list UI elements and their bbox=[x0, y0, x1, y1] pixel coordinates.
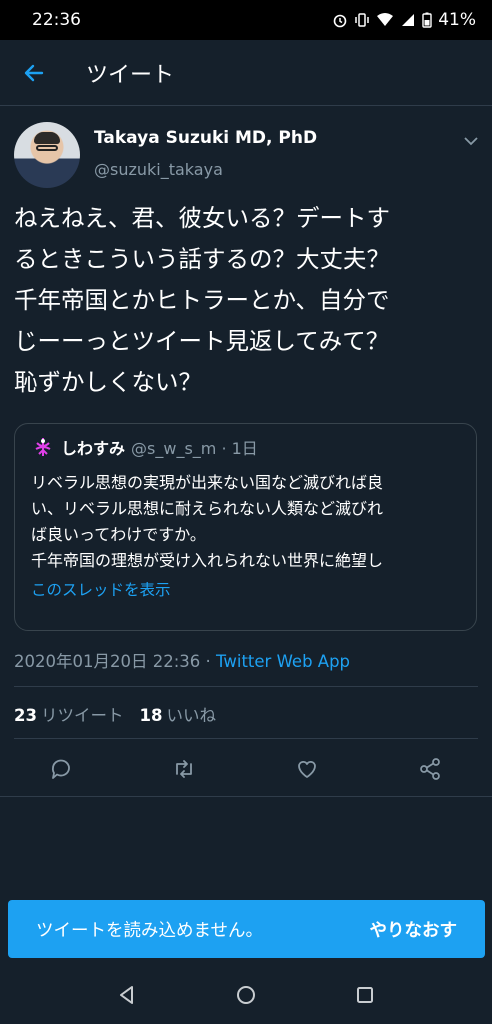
quote-author-handle: @s_w_s_m · 1日 bbox=[131, 439, 258, 458]
quoted-tweet[interactable]: しわすみ @s_w_s_m · 1日 リベラル思想の実現が出来ない国など滅びれば… bbox=[14, 423, 477, 631]
tweet-timestamp: 2020年01月20日 22:36 bbox=[14, 652, 201, 671]
status-bar: 22:36 41% bbox=[0, 0, 492, 40]
retweets-stat[interactable]: 23 リツイート bbox=[14, 702, 123, 726]
quote-header: しわすみ @s_w_s_m · 1日 bbox=[31, 434, 460, 460]
quote-avatar-icon bbox=[32, 436, 54, 458]
battery-percent: 41% bbox=[438, 10, 476, 30]
status-icons: 41% bbox=[332, 10, 476, 30]
top-app-bar: ツイート bbox=[0, 40, 492, 106]
tweet-source-link[interactable]: Twitter Web App bbox=[216, 652, 350, 671]
arrow-left-icon[interactable] bbox=[22, 61, 46, 85]
show-thread-link[interactable]: このスレッドを表示 bbox=[31, 578, 460, 600]
share-icon[interactable] bbox=[417, 756, 443, 782]
status-time: 22:36 bbox=[32, 10, 81, 30]
square-recents-icon[interactable] bbox=[354, 984, 376, 1006]
alarm-icon bbox=[333, 14, 347, 28]
snackbar-message: ツイートを読み込めません。 bbox=[36, 920, 263, 941]
triangle-back-icon[interactable] bbox=[116, 984, 138, 1006]
tweet-text: ねえねえ、君、彼女いる？デートす るときこういう話するの？大丈夫？ 千年帝国とか… bbox=[14, 204, 390, 396]
tweet-actions bbox=[0, 752, 492, 788]
divider bbox=[0, 796, 492, 797]
circle-home-icon[interactable] bbox=[235, 984, 257, 1006]
chevron-down-icon[interactable] bbox=[462, 132, 480, 150]
tweet-meta: 2020年01月20日 22:36 · Twitter Web App bbox=[14, 648, 350, 672]
error-snackbar: ツイートを読み込めません。 やりなおす bbox=[8, 900, 485, 958]
avatar[interactable] bbox=[14, 122, 80, 188]
likes-label: いいね bbox=[166, 706, 216, 725]
speech-bubble-icon[interactable] bbox=[48, 756, 74, 782]
tweet-stats: 23 リツイート 18 いいね bbox=[14, 702, 216, 726]
retweets-count: 23 bbox=[14, 706, 37, 725]
divider bbox=[14, 738, 478, 739]
heart-icon[interactable] bbox=[294, 756, 320, 782]
wifi-icon bbox=[377, 13, 394, 26]
meta-separator: · bbox=[200, 652, 217, 671]
tweet-author[interactable]: Takaya Suzuki MD, PhD @suzuki_takaya bbox=[14, 120, 480, 188]
battery-icon bbox=[422, 12, 432, 28]
author-handle[interactable]: @suzuki_takaya bbox=[94, 160, 223, 179]
retweet-icon[interactable] bbox=[171, 756, 197, 782]
quote-text: リベラル思想の実現が出来ない国など滅びれば良 い、リベラル思想に耐えられない人類… bbox=[31, 473, 384, 570]
divider bbox=[14, 686, 478, 687]
likes-count: 18 bbox=[139, 706, 163, 725]
system-nav-bar bbox=[0, 966, 492, 1024]
signal-icon bbox=[402, 14, 415, 26]
quote-author-name: しわすみ bbox=[61, 439, 126, 458]
retry-button[interactable]: やりなおす bbox=[370, 917, 458, 942]
retweets-label: リツイート bbox=[40, 706, 124, 725]
vibrate-icon bbox=[355, 13, 369, 27]
likes-stat[interactable]: 18 いいね bbox=[139, 702, 215, 726]
page-title: ツイート bbox=[86, 62, 175, 88]
author-name[interactable]: Takaya Suzuki MD, PhD bbox=[94, 128, 317, 148]
